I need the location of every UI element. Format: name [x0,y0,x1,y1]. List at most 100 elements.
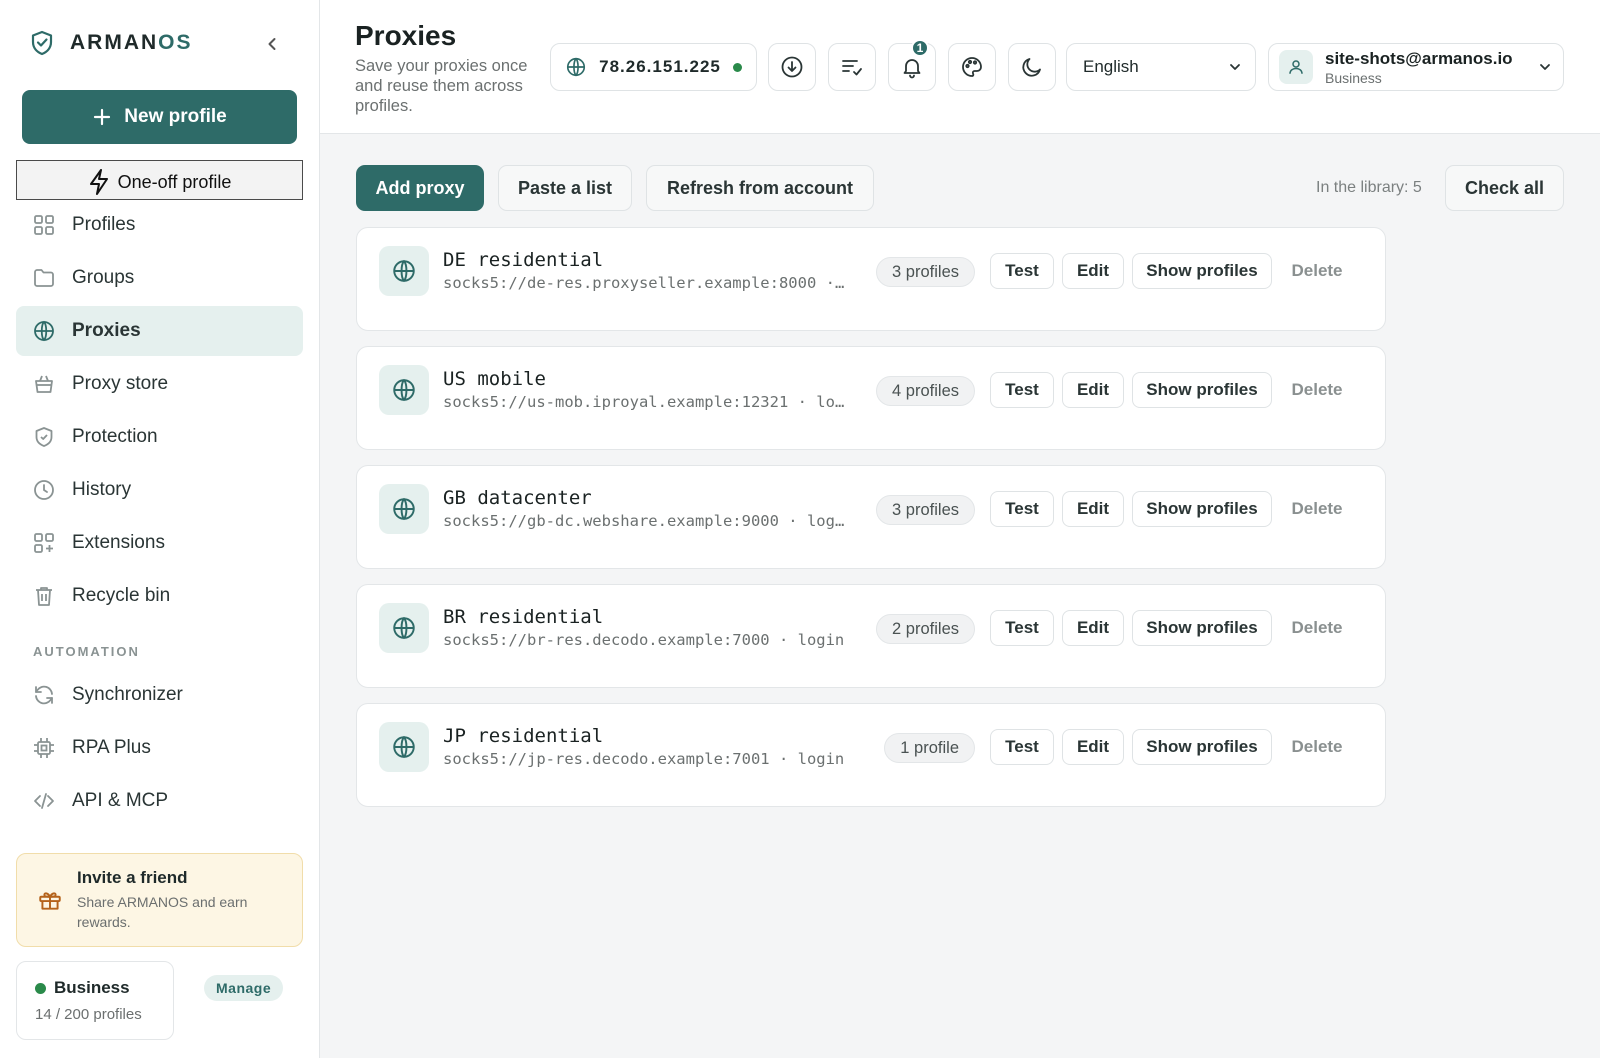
lightning-icon [89,169,108,195]
avatar [1279,50,1313,84]
proxy-profile-count[interactable]: 4 profiles [876,376,975,406]
sidebar-item-label: History [72,479,132,500]
edit-proxy-button[interactable]: Edit [1062,491,1124,527]
sidebar-item-protection[interactable]: Protection [16,412,303,462]
proxy-profile-count[interactable]: 1 profile [884,733,975,763]
notifications-badge: 1 [911,39,929,57]
sidebar-item-label: API & MCP [72,790,169,811]
sidebar-item-synchronizer[interactable]: Synchronizer [16,670,303,720]
add-proxy-button[interactable]: Add proxy [356,165,484,211]
proxy-profile-count[interactable]: 3 profiles [876,257,975,287]
sidebar-item-api-mcp[interactable]: API & MCP [16,776,303,826]
proxy-profile-count[interactable]: 3 profiles [876,495,975,525]
brand-logo[interactable]: ARMANOS [30,30,193,56]
edit-proxy-button[interactable]: Edit [1062,729,1124,765]
sidebar-item-proxies[interactable]: Proxies [16,306,303,356]
edit-proxy-button[interactable]: Edit [1062,253,1124,289]
proxy-url: socks5://jp-res.decodo.example:7001 · lo… [443,750,845,768]
download-button[interactable] [768,43,816,91]
invite-friend-card[interactable]: Invite a friend Share ARMANOS and earn r… [16,853,303,947]
palette-icon [960,55,984,79]
moon-icon [1020,55,1044,79]
brand-name: ARMANOS [70,31,193,54]
sidebar-item-rpa-plus[interactable]: RPA Plus [16,723,303,773]
new-profile-button[interactable]: New profile [22,90,297,144]
library-count: In the library: 5 [1316,179,1422,196]
sync-icon [32,683,56,707]
show-profiles-button[interactable]: Show profiles [1132,729,1272,765]
gift-icon [37,887,63,913]
proxy-list: DE residential socks5://de-res.proxysell… [356,227,1386,822]
basket-icon [32,372,56,396]
test-proxy-button[interactable]: Test [990,729,1054,765]
sidebar-item-label: Recycle bin [72,585,171,606]
plan-name: Business [54,978,130,997]
dark-mode-button[interactable] [1008,43,1056,91]
test-proxy-button[interactable]: Test [990,610,1054,646]
notifications-button[interactable]: 1 [888,39,936,91]
check-all-button[interactable]: Check all [1445,165,1564,211]
shield-icon [32,425,56,449]
test-proxy-button[interactable]: Test [990,491,1054,527]
page-subtitle: Save your proxies once and reuse them ac… [355,57,528,115]
proxy-name: JP residential [443,725,604,747]
user-icon [1289,60,1303,74]
test-proxy-button[interactable]: Test [990,372,1054,408]
proxy-profile-count[interactable]: 2 profiles [876,614,975,644]
show-profiles-button[interactable]: Show profiles [1132,610,1272,646]
manage-plan-button[interactable]: Manage [204,975,284,1001]
delete-proxy-button[interactable]: Delete [1279,372,1355,408]
proxy-url: socks5://gb-dc.webshare.example:9000 · l… [443,512,848,530]
sidebar-item-proxy-store[interactable]: Proxy store [16,359,303,409]
edit-proxy-button[interactable]: Edit [1062,372,1124,408]
proxy-card: JP residential socks5://jp-res.decodo.ex… [356,703,1386,807]
sidebar-item-profiles[interactable]: Profiles [16,200,303,250]
tasks-list-button[interactable] [828,43,876,91]
code-icon [32,789,56,813]
sidebar-item-extensions[interactable]: Extensions [16,518,303,568]
proxy-url: socks5://us-mob.iproyal.example:12321 · … [443,393,848,411]
edit-proxy-button[interactable]: Edit [1062,610,1124,646]
current-ip: 78.26.151.225 [599,57,721,76]
refresh-from-account-button[interactable]: Refresh from account [646,165,874,211]
list-check-icon [840,55,864,79]
proxy-url: socks5://br-res.decodo.example:7000 · lo… [443,631,845,649]
sidebar-item-label: RPA Plus [72,737,151,758]
show-profiles-button[interactable]: Show profiles [1132,372,1272,408]
globe-icon [379,603,429,653]
show-profiles-button[interactable]: Show profiles [1132,491,1272,527]
proxy-card: GB datacenter socks5://gb-dc.webshare.ex… [356,465,1386,569]
sidebar-item-label: Protection [72,426,158,447]
chevron-left-icon [268,38,276,50]
sidebar-item-history[interactable]: History [16,465,303,515]
sidebar-item-label: Proxies [72,320,141,341]
test-proxy-button[interactable]: Test [990,253,1054,289]
delete-proxy-button[interactable]: Delete [1279,491,1355,527]
delete-proxy-button[interactable]: Delete [1279,729,1355,765]
sidebar-item-groups[interactable]: Groups [16,253,303,303]
proxy-name: BR residential [443,606,604,628]
grid-icon [32,213,56,237]
download-icon [780,55,804,79]
show-profiles-button[interactable]: Show profiles [1132,253,1272,289]
sidebar-item-label: Proxy store [72,373,169,394]
proxy-name: GB datacenter [443,487,592,509]
collapse-sidebar-button[interactable] [262,34,282,54]
main-nav: Profiles Groups Proxies Proxy store Prot… [16,200,303,624]
proxy-card: US mobile socks5://us-mob.iproyal.exampl… [356,346,1386,450]
account-menu[interactable]: site-shots@armanos.io Business [1268,43,1564,91]
delete-proxy-button[interactable]: Delete [1279,610,1355,646]
account-plan: Business [1325,69,1382,86]
folder-icon [32,266,56,290]
language-select[interactable]: English [1066,43,1256,91]
language-value: English [1083,57,1139,76]
sidebar-item-recycle-bin[interactable]: Recycle bin [16,571,303,621]
chevron-down-icon [1227,59,1243,75]
globe-icon [379,722,429,772]
proxy-name: US mobile [443,368,546,390]
theme-palette-button[interactable] [948,43,996,91]
delete-proxy-button[interactable]: Delete [1279,253,1355,289]
paste-list-button[interactable]: Paste a list [498,165,632,211]
one-off-profile-button[interactable]: One-off profile [16,160,303,200]
current-ip-pill[interactable]: 78.26.151.225 [550,43,757,91]
